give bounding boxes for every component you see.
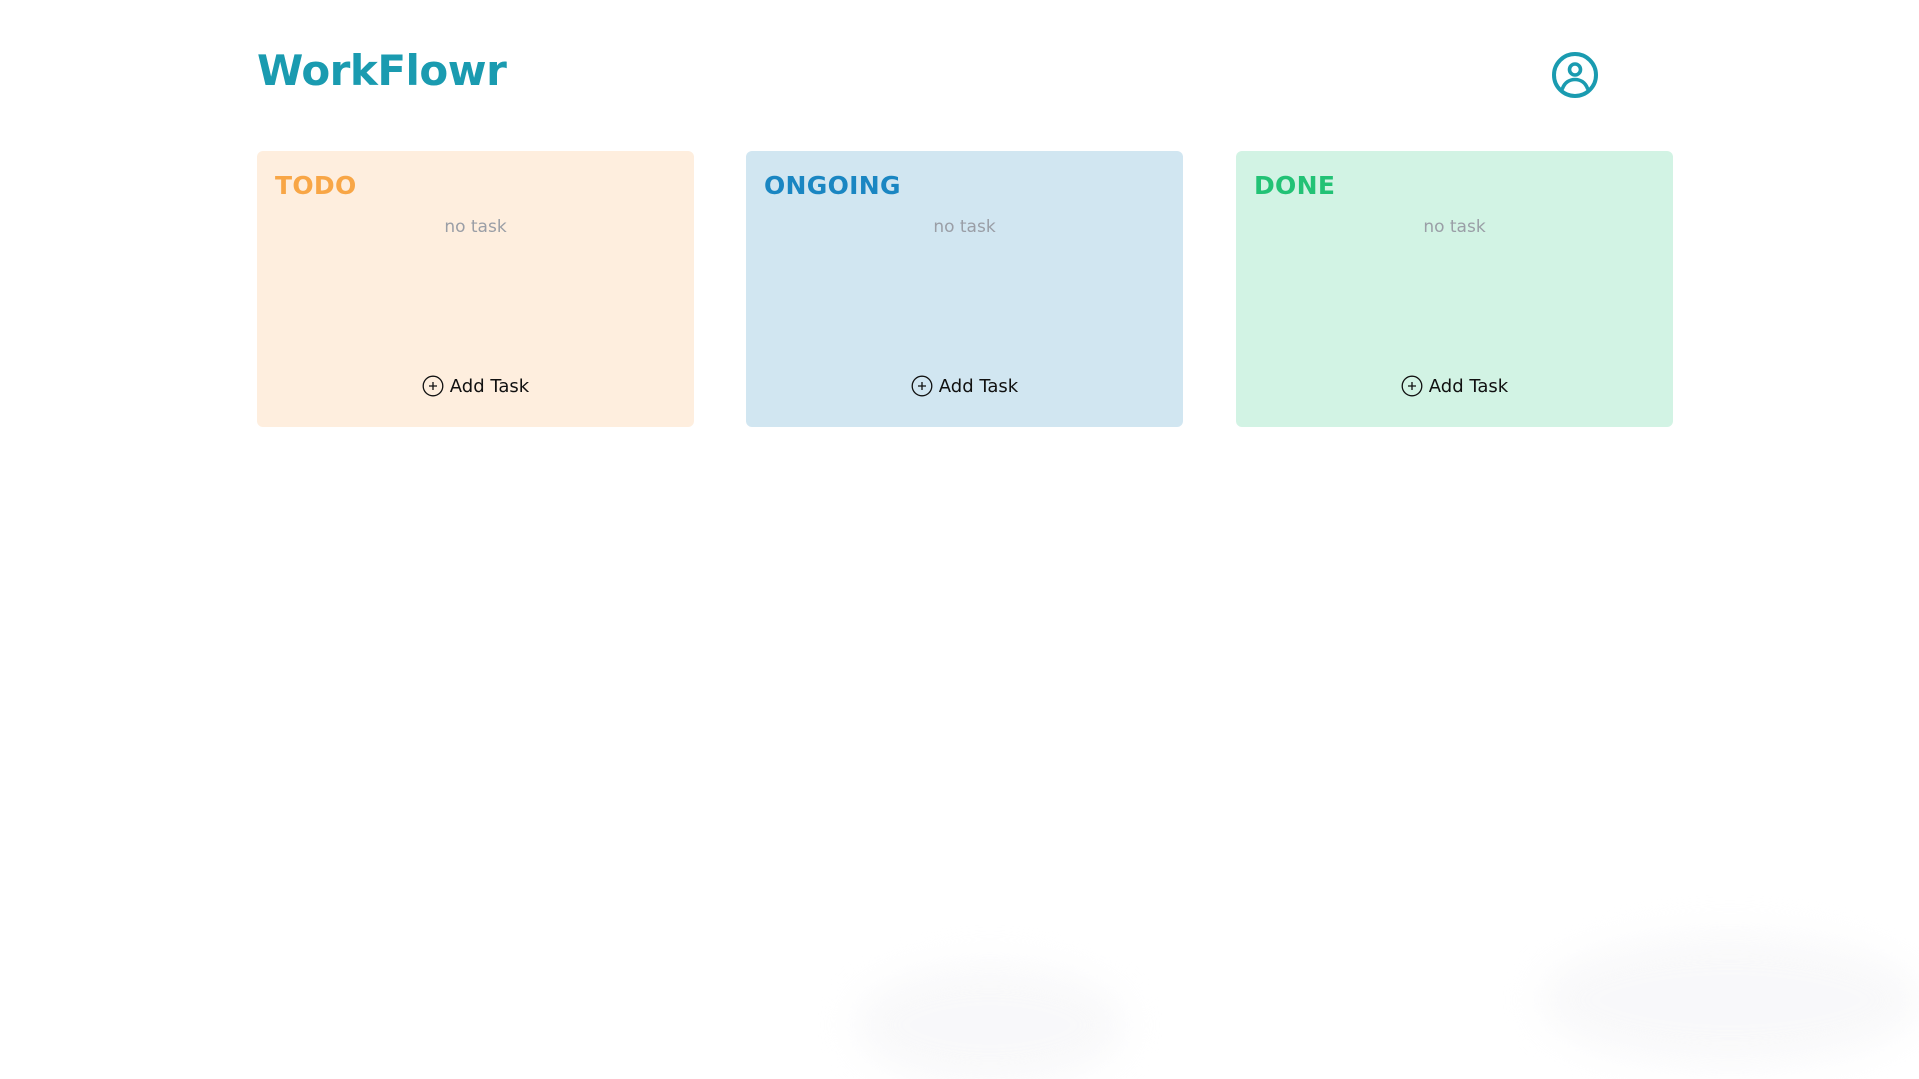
background-blob: [1540, 935, 1919, 1065]
plus-circle-icon: [1401, 375, 1423, 397]
user-profile-button[interactable]: [1551, 51, 1599, 99]
page: WorkFlowr TODO no task Add Task ONGOING …: [0, 0, 1919, 1079]
empty-state-text: no task: [444, 217, 507, 237]
column-title: ONGOING: [764, 171, 901, 200]
column-done: DONE no task Add Task: [1236, 151, 1673, 427]
add-task-label: Add Task: [449, 375, 530, 397]
add-task-label: Add Task: [1428, 375, 1509, 397]
add-task-button[interactable]: Add Task: [746, 375, 1183, 397]
column-todo: TODO no task Add Task: [257, 151, 694, 427]
empty-state-text: no task: [1423, 217, 1486, 237]
plus-circle-icon: [911, 375, 933, 397]
add-task-button[interactable]: Add Task: [257, 375, 694, 397]
column-title: TODO: [275, 171, 357, 200]
app-header: WorkFlowr: [257, 44, 1630, 106]
add-task-button[interactable]: Add Task: [1236, 375, 1673, 397]
plus-circle-icon: [422, 375, 444, 397]
background-blob: [855, 965, 1125, 1079]
empty-state-text: no task: [933, 217, 996, 237]
column-title: DONE: [1254, 171, 1336, 200]
kanban-board: TODO no task Add Task ONGOING no task Ad…: [257, 151, 1675, 427]
add-task-label: Add Task: [938, 375, 1019, 397]
user-circle-icon: [1552, 52, 1598, 98]
column-ongoing: ONGOING no task Add Task: [746, 151, 1183, 427]
app-logo: WorkFlowr: [257, 46, 507, 95]
